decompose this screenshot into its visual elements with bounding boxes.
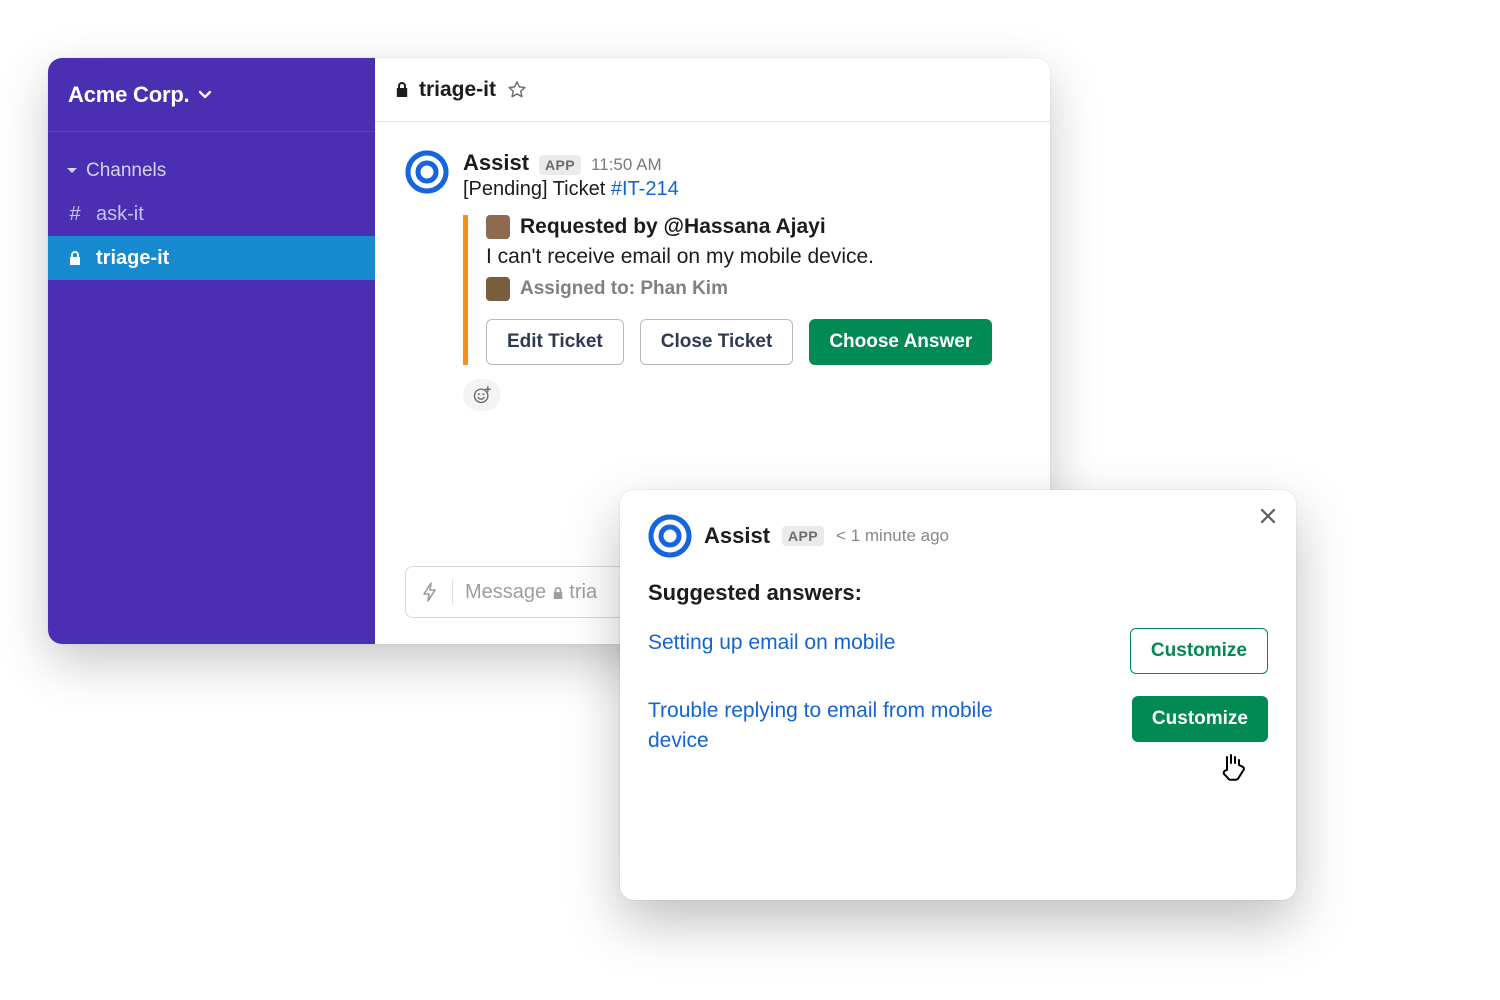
assigned-to: Assigned to: Phan Kim [520,278,728,300]
star-button[interactable] [506,79,528,101]
channel-ask-it[interactable]: # ask-it [48,192,375,236]
hash-icon: # [66,203,84,226]
customize-button[interactable]: Customize [1130,628,1268,674]
suggestion-row: Trouble replying to email from mobile de… [648,696,1268,757]
caret-down-icon [66,165,78,177]
suggestion-row: Setting up email on mobile Customize [648,628,1268,674]
channel-name: triage-it [419,78,496,102]
composer-placeholder: Message tria [465,581,597,604]
message-body: Assist APP 11:50 AM [Pending] Ticket #IT… [463,150,1020,411]
ticket-attachment: Requested by @Hassana Ajayi I can't rece… [463,215,1020,365]
suggestion-link[interactable]: Setting up email on mobile [648,628,895,658]
assist-avatar [648,514,692,558]
status-prefix: [Pending] Ticket [463,178,611,200]
lightning-icon[interactable] [420,581,440,603]
channel-header: triage-it [375,58,1050,122]
issue-text: I can't receive email on my mobile devic… [486,245,1020,269]
ticket-link[interactable]: #IT-214 [611,178,679,200]
message-time: 11:50 AM [591,155,662,175]
assist-avatar [405,150,449,194]
close-ticket-button[interactable]: Close Ticket [640,319,794,365]
lock-icon [66,250,84,266]
lock-icon [552,586,564,600]
chevron-down-icon [197,87,213,103]
customize-button[interactable]: Customize [1132,696,1268,742]
channel-label: ask-it [96,203,144,226]
workspace-name: Acme Corp. [68,82,189,108]
channel-label: triage-it [96,247,169,270]
app-badge: APP [539,155,581,175]
suggestion-link[interactable]: Trouble replying to email from mobile de… [648,696,1048,757]
channel-list: # ask-it triage-it [48,192,375,280]
message-subject: [Pending] Ticket #IT-214 [463,178,1020,201]
channel-triage-it[interactable]: triage-it [48,236,375,280]
sidebar: Acme Corp. Channels # ask-it [48,58,375,644]
modal-author: Assist [704,523,770,549]
modal-header: Assist APP < 1 minute ago [648,514,1268,558]
modal-time: < 1 minute ago [836,526,949,546]
requested-by: Requested by @Hassana Ajayi [520,215,826,239]
channels-section: Channels # ask-it triage-it [48,132,375,280]
lock-icon [395,81,409,98]
divider [452,579,453,605]
workspace-switcher[interactable]: Acme Corp. [48,58,375,132]
add-reaction-button[interactable] [463,379,501,411]
edit-ticket-button[interactable]: Edit Ticket [486,319,624,365]
close-button[interactable] [1258,506,1278,531]
channels-section-toggle[interactable]: Channels [48,160,375,182]
requester-avatar [486,215,510,239]
message-author: Assist [463,150,529,176]
message: Assist APP 11:50 AM [Pending] Ticket #IT… [405,150,1020,411]
channels-label: Channels [86,160,166,182]
app-badge: APP [782,526,824,546]
choose-answer-button[interactable]: Choose Answer [809,319,992,365]
message-area: Assist APP 11:50 AM [Pending] Ticket #IT… [375,122,1050,548]
suggested-answers-heading: Suggested answers: [648,580,1268,606]
suggested-answers-modal: Assist APP < 1 minute ago Suggested answ… [620,490,1296,900]
assignee-avatar [486,277,510,301]
